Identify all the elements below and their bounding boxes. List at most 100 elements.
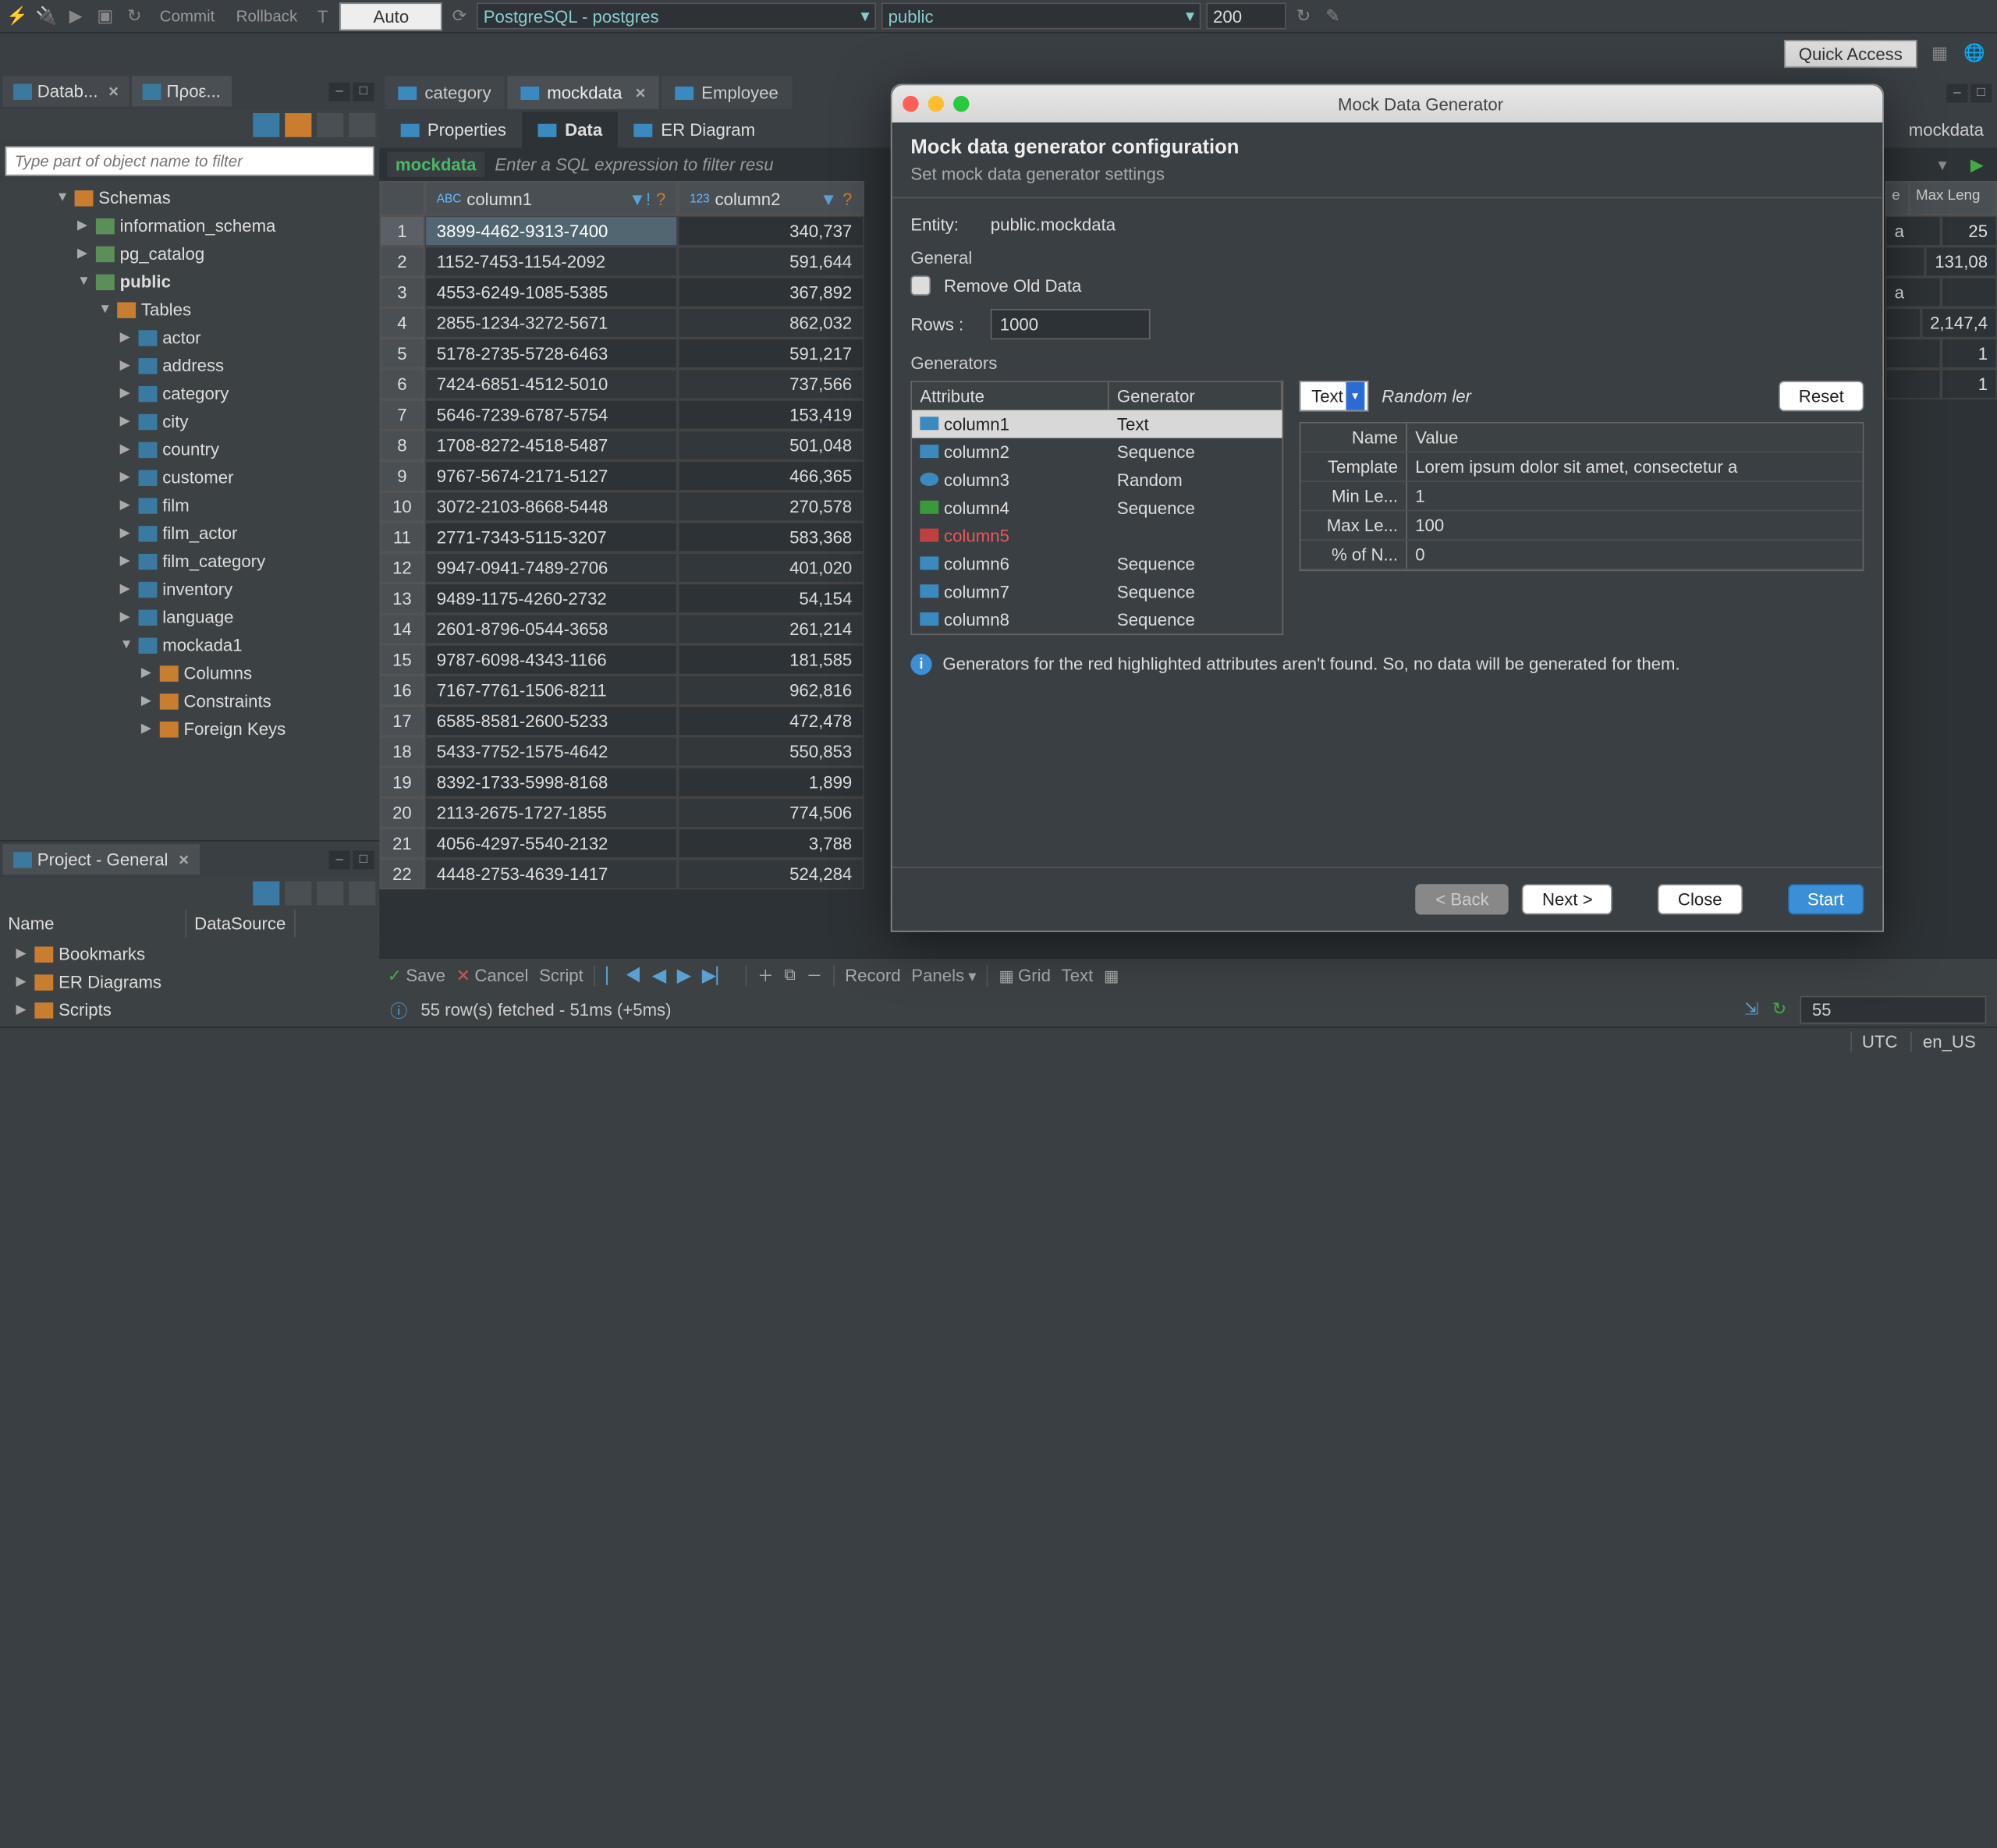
cell[interactable]: 524,284 (678, 859, 864, 889)
rollback-button[interactable]: Rollback (228, 4, 305, 28)
cell[interactable]: 5433-7752-1575-4642 (424, 736, 677, 767)
cell[interactable]: 54,154 (678, 583, 864, 614)
tab-projects[interactable]: Προε... (132, 76, 231, 106)
row-num[interactable]: 13 (379, 583, 424, 614)
commit-button[interactable]: Commit (152, 4, 223, 28)
attr-row-column1[interactable]: column1Text (912, 410, 1282, 438)
attr-row-column8[interactable]: column8Sequence (912, 606, 1282, 634)
text-mode-button[interactable]: Text (1062, 965, 1094, 985)
tree-table-film_category[interactable]: ▶film_category (11, 547, 380, 575)
table-row[interactable]: 21152-7453-1154-2092591,644 (379, 247, 864, 277)
start-button[interactable]: Start (1787, 884, 1864, 914)
proj-icon[interactable] (285, 881, 311, 906)
tree-table-country[interactable]: ▶country (11, 435, 380, 463)
cell[interactable]: 962,816 (678, 675, 864, 705)
proj-icon2[interactable] (317, 881, 343, 906)
editor-maximize-icon[interactable]: □ (1970, 83, 1992, 102)
subtab-er[interactable]: ER Diagram (619, 112, 771, 147)
tree-table-mockada1[interactable]: ▼mockada1 (11, 631, 380, 659)
cell[interactable]: 340,737 (678, 215, 864, 246)
cell[interactable]: 6585-8581-2600-5233 (424, 706, 677, 736)
table-row[interactable]: 75646-7239-6787-5754153,419 (379, 399, 864, 430)
tab-employee[interactable]: Employee (662, 76, 792, 109)
cell[interactable]: 774,506 (678, 797, 864, 828)
table-row[interactable]: 224448-2753-4639-1417524,284 (379, 859, 864, 889)
col-header-column1[interactable]: ABCcolumn1▼!? (424, 181, 677, 215)
maximize-icon[interactable]: □ (353, 850, 374, 869)
prop-row[interactable]: % of N...0 (1300, 541, 1862, 570)
attr-row-column2[interactable]: column2Sequence (912, 438, 1282, 466)
subtab-data[interactable]: Data (522, 112, 618, 147)
reset-button[interactable]: Reset (1779, 381, 1864, 411)
cancel-button[interactable]: ✕Cancel (456, 965, 529, 986)
tree-folder-constraints[interactable]: ▶Constraints (11, 687, 380, 715)
tab-project-general[interactable]: Project - General× (2, 844, 199, 874)
row-num[interactable]: 8 (379, 430, 424, 460)
globe-icon[interactable]: 🌐 (1963, 41, 1987, 66)
close-icon[interactable]: × (179, 850, 189, 870)
table-row[interactable]: 99767-5674-2171-5127466,365 (379, 461, 864, 491)
tree-folder-foreign-keys[interactable]: ▶Foreign Keys (11, 715, 380, 743)
cell[interactable]: 1,899 (678, 767, 864, 797)
script-button[interactable]: Script (539, 965, 583, 985)
cell[interactable]: 4553-6249-1085-5385 (424, 277, 677, 307)
cell[interactable]: 3899-4462-9313-7400 (424, 215, 677, 246)
cell[interactable]: 591,217 (678, 339, 864, 369)
table-row[interactable]: 34553-6249-1085-5385367,892 (379, 277, 864, 307)
cell[interactable]: 9767-5674-2171-5127 (424, 461, 677, 491)
prop-row[interactable]: TemplateLorem ipsum dolor sit amet, cons… (1300, 452, 1862, 482)
nav-settings-icon[interactable] (253, 113, 279, 137)
minimize-icon[interactable]: – (329, 82, 350, 101)
nav-collapse-icon[interactable] (317, 113, 343, 137)
gear-icon[interactable] (253, 881, 279, 906)
filter-icon[interactable]: ▼! (629, 188, 651, 208)
row-num[interactable]: 15 (379, 644, 424, 675)
cell[interactable]: 1152-7453-1154-2092 (424, 247, 677, 277)
table-row[interactable]: 112771-7343-5115-3207583,368 (379, 522, 864, 552)
table-row[interactable]: 159787-6098-4343-1166181,585 (379, 644, 864, 675)
cell[interactable]: 2771-7343-5115-3207 (424, 522, 677, 552)
window-close-icon[interactable] (903, 96, 918, 112)
minimize-icon[interactable]: – (329, 850, 350, 869)
rows-input[interactable] (991, 309, 1151, 339)
tab-db-navigator[interactable]: Datab...× (2, 76, 129, 106)
table-row[interactable]: 198392-1733-5998-81681,899 (379, 767, 864, 797)
table-row[interactable]: 142601-8796-0544-3658261,214 (379, 614, 864, 644)
sql-icon[interactable]: ▶ (64, 4, 88, 28)
cell[interactable]: 3072-2103-8668-5448 (424, 491, 677, 522)
close-icon[interactable]: × (636, 83, 646, 103)
prop-row[interactable]: Max Le...100 (1300, 511, 1862, 541)
row-num[interactable]: 9 (379, 461, 424, 491)
first-icon[interactable]: ⎸◀ (606, 964, 641, 987)
filter-icon[interactable]: ▼ (820, 188, 837, 208)
project-bookmarks[interactable]: ▶Bookmarks (11, 940, 369, 968)
close-icon[interactable]: × (108, 81, 119, 101)
cell[interactable]: 2855-1234-3272-5671 (424, 307, 677, 338)
table-row[interactable]: 176585-8581-2600-5233472,478 (379, 706, 864, 736)
refresh-icon[interactable]: ↻ (122, 4, 147, 28)
next-icon[interactable]: ▶ (677, 964, 691, 987)
table-row[interactable]: 42855-1234-3272-5671862,032 (379, 307, 864, 338)
cell[interactable]: 3,788 (678, 828, 864, 859)
row-num[interactable]: 22 (379, 859, 424, 889)
table-row[interactable]: 129947-0941-7489-2706401,020 (379, 552, 864, 583)
row-num[interactable]: 7 (379, 399, 424, 430)
cell[interactable]: 261,214 (678, 614, 864, 644)
row-num[interactable]: 18 (379, 736, 424, 767)
proj-refresh-icon[interactable] (349, 881, 375, 906)
cell[interactable]: 8392-1733-5998-8168 (424, 767, 677, 797)
attr-row-column7[interactable]: column7Sequence (912, 578, 1282, 606)
col-header-column2[interactable]: 123column2▼? (678, 181, 864, 215)
filter-hint[interactable]: Enter a SQL expression to filter resu (495, 154, 773, 175)
row-num[interactable]: 5 (379, 339, 424, 369)
tree-table-address[interactable]: ▶address (11, 352, 380, 380)
row-num[interactable]: 6 (379, 369, 424, 399)
connection-combo[interactable]: PostgreSQL - postgres▾ (477, 2, 876, 29)
cell[interactable]: 367,892 (678, 277, 864, 307)
auto-commit-button[interactable]: Auto (340, 2, 442, 30)
maximize-icon[interactable]: □ (353, 82, 374, 101)
tree-table-inventory[interactable]: ▶inventory (11, 575, 380, 603)
save-button[interactable]: ✓Save (388, 965, 445, 986)
project-scripts[interactable]: ▶Scripts (11, 996, 369, 1024)
prop-row[interactable]: Min Le...1 (1300, 482, 1862, 512)
